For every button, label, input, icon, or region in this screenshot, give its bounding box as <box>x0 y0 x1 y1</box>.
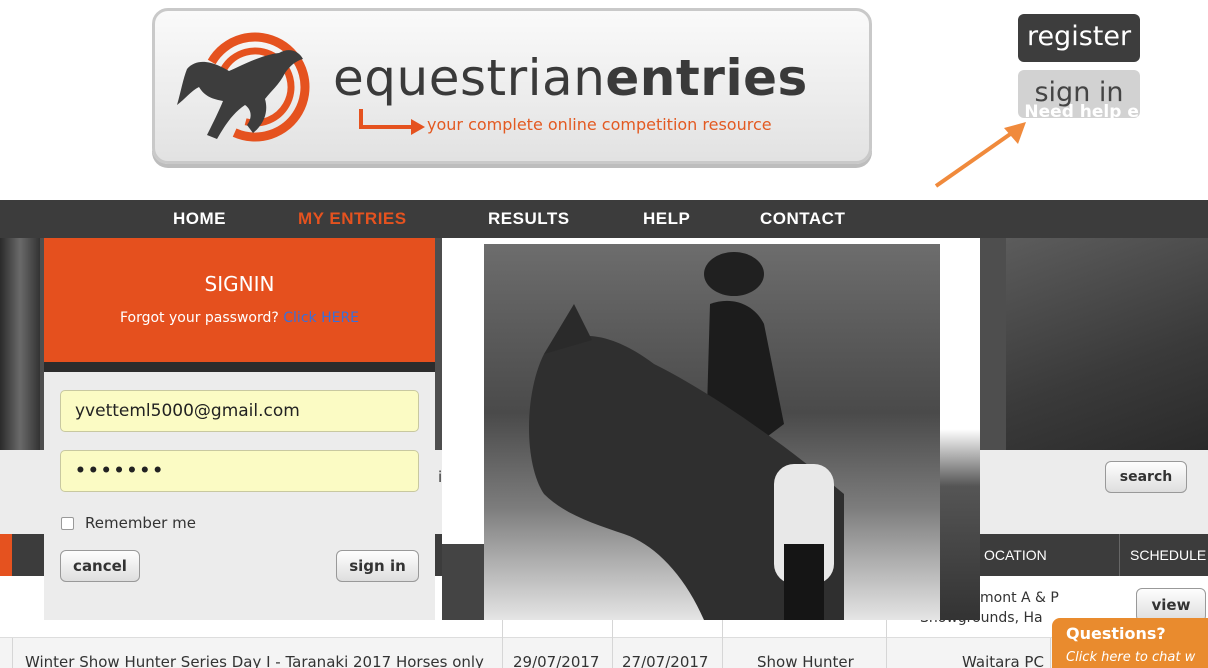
row2-closing-date: 27/07/2017 <box>622 653 709 668</box>
row1-location-line1: mont A & P <box>980 590 1059 606</box>
logo-word-light: equestrian <box>333 49 606 107</box>
remember-me-checkbox[interactable] <box>61 517 74 530</box>
chat-widget-subtitle: Click here to chat w <box>1066 650 1196 665</box>
nav-my-entries[interactable]: MY ENTRIES <box>298 200 407 238</box>
site-logo[interactable]: equestrianentries your complete online c… <box>152 8 872 164</box>
signin-modal-header <box>44 238 435 362</box>
banner-photo-left <box>0 238 40 450</box>
table-header-accent <box>0 534 12 576</box>
logo-tagline: your complete online competition resourc… <box>427 115 772 134</box>
remember-me-label: Remember me <box>85 514 196 532</box>
chat-widget[interactable]: Questions? Click here to chat w <box>1052 618 1208 668</box>
row-divider <box>12 638 13 668</box>
nav-contact[interactable]: CONTACT <box>760 200 845 238</box>
rider-silhouette-icon <box>529 252 844 620</box>
help-text-line1: Need help entering, <box>1024 102 1208 122</box>
rider-horse-photo <box>484 244 940 620</box>
nav-home[interactable]: HOME <box>173 200 226 238</box>
row2-event-name[interactable]: Winter Show Hunter Series Day I - Tarana… <box>25 653 484 668</box>
main-nav: HOME MY ENTRIES RESULTS HELP CONTACT <box>0 200 1208 238</box>
chat-widget-title: Questions? <box>1066 624 1166 643</box>
nav-results[interactable]: RESULTS <box>488 200 570 238</box>
register-button[interactable]: register <box>1018 14 1140 62</box>
banner-photo-rider <box>442 238 980 620</box>
column-line <box>1050 638 1051 668</box>
photo-strip-left <box>442 544 484 620</box>
sign-in-submit-button[interactable]: sign in <box>336 550 419 582</box>
help-entering-panel[interactable] <box>1006 238 1208 450</box>
logo-word-bold: entries <box>605 49 808 107</box>
help-entering-link[interactable]: Need help entering, click here <box>1010 100 1208 148</box>
horse-logo-icon <box>177 32 310 142</box>
nav-help[interactable]: HELP <box>643 200 690 238</box>
logo-arrow-icon <box>359 109 425 135</box>
signin-modal-title: SIGNIN <box>204 272 275 296</box>
photo-strip-right <box>940 238 980 620</box>
forgot-password-text: Forgot your password? Click HERE <box>44 310 435 326</box>
cancel-button[interactable]: cancel <box>60 550 140 582</box>
forgot-password-link[interactable]: Click HERE <box>283 310 359 326</box>
forgot-password-label: Forgot your password? <box>119 310 279 326</box>
column-header-schedule[interactable]: SCHEDULE <box>1130 534 1206 576</box>
view-schedule-button[interactable]: view <box>1136 588 1206 622</box>
page: equestrianentries your complete online c… <box>0 0 1208 668</box>
column-divider <box>1119 534 1120 576</box>
help-text-line2: click here <box>1073 126 1167 146</box>
signin-modal: SIGNIN Forgot your password? Click HERE … <box>44 238 435 620</box>
password-field[interactable]: ••••••• <box>60 450 419 492</box>
search-button[interactable]: search <box>1105 461 1187 493</box>
modal-divider <box>44 362 435 372</box>
column-header-location[interactable]: OCATION <box>984 534 1047 576</box>
row2-event-date: 29/07/2017 <box>513 653 600 668</box>
logo-wordmark: equestrianentries <box>333 49 808 107</box>
email-field[interactable]: yvetteml5000@gmail.com <box>60 390 419 432</box>
row2-event-type: Show Hunter <box>757 653 854 668</box>
row2-location: Waitara PC <box>962 653 1044 668</box>
